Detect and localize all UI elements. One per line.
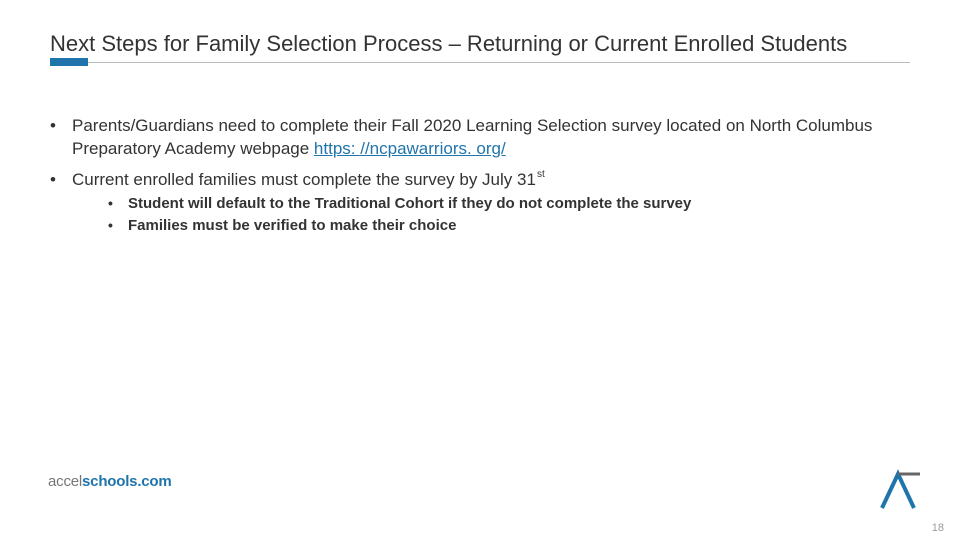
bullet-icon [50, 115, 68, 161]
sub-bullet-item: Families must be verified to make their … [108, 216, 910, 236]
bullet-item: Current enrolled families must complete … [50, 169, 910, 238]
content-area: Parents/Guardians need to complete their… [50, 115, 910, 246]
survey-link[interactable]: https: //ncpawarriors. org/ [314, 139, 506, 158]
bullet-text: Current enrolled families must complete … [68, 169, 910, 238]
title-underline [50, 62, 910, 63]
brand-word-2: schools.com [82, 473, 172, 490]
slide: Next Steps for Family Selection Process … [0, 0, 960, 540]
bullet-icon [108, 194, 124, 214]
sub-bullet-text: Families must be verified to make their … [124, 216, 910, 236]
bullet-text-pre: Current enrolled families must complete … [72, 169, 536, 192]
bullet-item: Parents/Guardians need to complete their… [50, 115, 910, 161]
sub-bullet-item: Student will default to the Traditional … [108, 194, 910, 214]
bullet-icon [50, 169, 68, 238]
title-accent-bar [50, 58, 88, 66]
brand-word-1: accel [48, 473, 82, 490]
ordinal-suffix: st [537, 170, 545, 180]
bullet-icon [108, 216, 124, 236]
logo-icon [876, 468, 920, 512]
page-number: 18 [932, 522, 944, 534]
footer-brand: accelschools.com [48, 473, 172, 490]
bullet-text: Parents/Guardians need to complete their… [68, 115, 910, 161]
sub-bullet-list: Student will default to the Traditional … [108, 194, 910, 237]
slide-title: Next Steps for Family Selection Process … [50, 30, 910, 58]
sub-bullet-text: Student will default to the Traditional … [124, 194, 910, 214]
title-block: Next Steps for Family Selection Process … [50, 30, 910, 63]
